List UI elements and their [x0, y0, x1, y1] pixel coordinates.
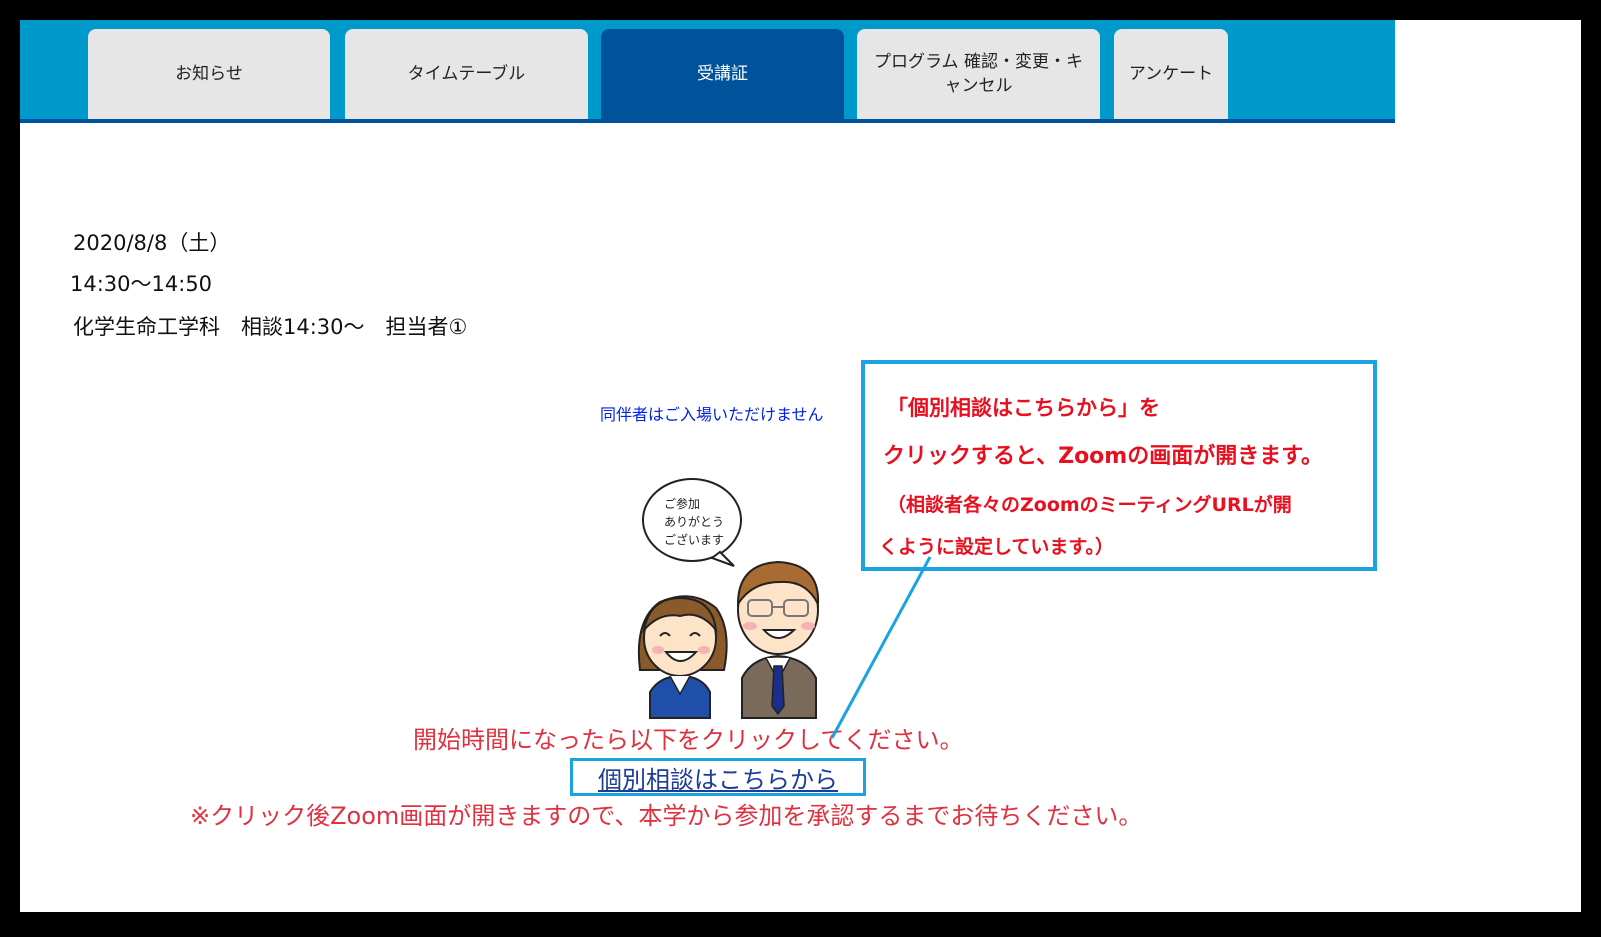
speech-bubble: ご参加 ありがとう ございます	[642, 478, 742, 567]
session-time: 14:30～14:50	[70, 272, 213, 296]
man-figure	[736, 560, 820, 719]
welcome-illustration: ご参加 ありがとう ございます	[637, 478, 820, 719]
speech-line-3: ございます	[664, 532, 724, 547]
tab-attendance-certificate[interactable]: 受講証	[601, 29, 844, 119]
zoom-wait-note: ※クリック後Zoom画面が開きますので、本学から参加を承認するまでお待ちください…	[190, 802, 1143, 830]
callout-line-4: くように設定しています。）	[879, 536, 1115, 558]
tab-survey[interactable]: アンケート	[1114, 29, 1228, 119]
session-date: 2020/8/8（土）	[73, 231, 231, 255]
callout-line-1: 「個別相談はこちらから」を	[887, 396, 1160, 420]
individual-consultation-link[interactable]: 個別相談はこちらから	[598, 760, 838, 795]
tab-program-manage[interactable]: プログラム 確認・変更・キャンセル	[857, 29, 1100, 119]
start-instruction: 開始時間になったら以下をクリックしてください。	[413, 726, 964, 754]
woman-figure	[637, 595, 728, 719]
speech-line-2: ありがとう	[664, 514, 724, 529]
explanation-callout: 「個別相談はこちらから」を クリックすると、Zoomの画面が開きます。 （相談者…	[861, 360, 1377, 571]
speech-line-1: ご参加	[664, 496, 700, 511]
session-title: 化学生命工学科 相談14:30～ 担当者①	[73, 315, 468, 339]
page-screen: お知らせ タイムテーブル 受講証 プログラム 確認・変更・キャンセル アンケート…	[20, 20, 1581, 912]
consult-link-highlight: 個別相談はこちらから	[570, 758, 866, 796]
companion-note: 同伴者はご入場いただけません	[600, 405, 824, 424]
tab-notices[interactable]: お知らせ	[88, 29, 330, 119]
callout-line-3: （相談者各々のZoomのミーティングURLが開	[887, 494, 1292, 516]
tab-timetable[interactable]: タイムテーブル	[345, 29, 588, 119]
nav-bar: お知らせ タイムテーブル 受講証 プログラム 確認・変更・キャンセル アンケート	[20, 20, 1395, 123]
callout-line-2: クリックすると、Zoomの画面が開きます。	[883, 444, 1324, 469]
